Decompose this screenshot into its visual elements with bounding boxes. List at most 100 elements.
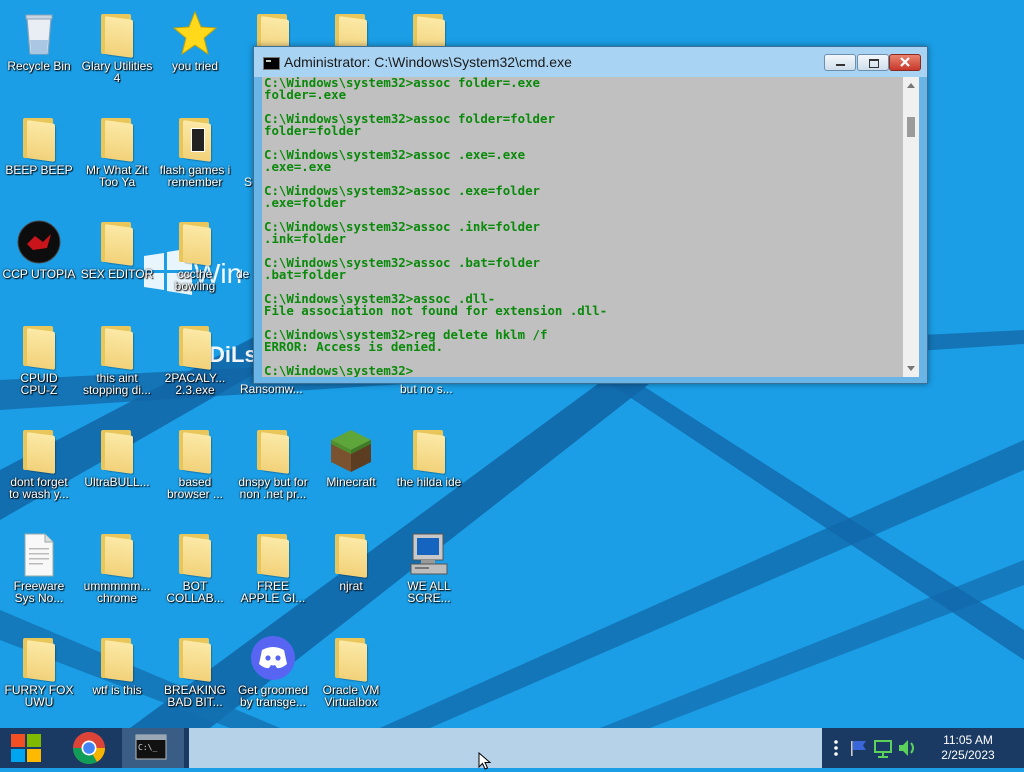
desktop-icon-this-aint-stopping[interactable]: this aint stopping di...: [78, 316, 156, 416]
console-line: .bat=folder: [264, 267, 347, 282]
icon-label: 2PACALY... 2.3.exe: [164, 371, 226, 397]
folder-icon: [251, 426, 295, 474]
folder-icon: [17, 114, 61, 162]
folder-icon: [173, 530, 217, 578]
desktop-icon-bot-collab[interactable]: BOT COLLAB...: [156, 524, 234, 624]
icon-label: the hilda ide: [396, 475, 462, 489]
scroll-up-icon[interactable]: [907, 83, 915, 88]
start-button[interactable]: [0, 728, 54, 768]
console-line: ERROR: Access is denied.: [264, 339, 444, 354]
cmd-titlebar[interactable]: Administrator: C:\Windows\System32\cmd.e…: [254, 47, 927, 77]
folder-icon: [17, 322, 61, 370]
partial-label-de: de: [236, 267, 250, 281]
icon-label: SEX EDITOR: [80, 267, 154, 281]
icon-label: Glary Utilities 4: [81, 59, 153, 85]
folder-icon: [95, 530, 139, 578]
icon-label: dont forget to wash y...: [9, 475, 69, 501]
console-line: C:\Windows\system32>assoc .ink=folder: [264, 219, 541, 234]
folder-icon: [407, 426, 451, 474]
desktop-icon-freeware[interactable]: Freeware Sys No...: [0, 524, 78, 624]
flag-icon[interactable]: [848, 728, 870, 768]
desktop-icon-we-all-scre[interactable]: WE ALL SCRE...: [390, 524, 468, 624]
cmd-window[interactable]: Administrator: C:\Windows\System32\cmd.e…: [253, 46, 928, 384]
icon-label: WE ALL SCRE...: [407, 579, 451, 605]
desktop-icon-breaking-bad[interactable]: BREAKING BAD BIT...: [156, 628, 234, 728]
desktop-icon-based-browser[interactable]: based browser ...: [156, 420, 234, 520]
icon-label: ummmmm... chrome: [83, 579, 151, 605]
folder-icon: [173, 634, 217, 682]
icon-label: FURRY FOX UWU: [4, 683, 74, 709]
icon-label: BREAKING BAD BIT...: [163, 683, 226, 709]
minimize-button[interactable]: [824, 54, 856, 71]
icon-label: CPUID CPU-Z: [20, 371, 58, 397]
desktop-icon-2pacaly[interactable]: 2PACALY... 2.3.exe: [156, 316, 234, 416]
computer-icon: [407, 530, 451, 578]
desktop-icon-you-tried[interactable]: you tried: [156, 4, 234, 104]
clock-time: 11:05 AM: [943, 733, 993, 747]
folder-icon: [17, 426, 61, 474]
taskbar-empty-area[interactable]: [189, 728, 822, 768]
taskbar: C:\_ 11:05 AM 2/25/2023: [0, 728, 1024, 768]
maximize-icon: [869, 59, 879, 68]
desktop-icon-furry-fox[interactable]: FURRY FOX UWU: [0, 628, 78, 728]
console-line: C:\Windows\system32>assoc folder=.exe: [264, 77, 541, 90]
icon-label: flash games i remember: [159, 163, 231, 189]
console-line: .ink=folder: [264, 231, 347, 246]
desktop-icon-oracle-vm[interactable]: Oracle VM Virtualbox: [312, 628, 390, 728]
taskbar-chrome[interactable]: [60, 728, 118, 768]
desktop-icon-sex-editor[interactable]: SEX EDITOR: [78, 212, 156, 312]
recycle-bin-icon: [17, 10, 61, 58]
desktop-icon-flash-games[interactable]: flash games i remember: [156, 108, 234, 208]
maximize-button[interactable]: [857, 54, 889, 71]
folder-icon: [329, 530, 373, 578]
network-icon[interactable]: [872, 728, 894, 768]
desktop-icon-bowling[interactable]: cccthe bowling: [156, 212, 234, 312]
folder-icon: [95, 218, 139, 266]
desktop-icon-dont-forget[interactable]: dont forget to wash y...: [0, 420, 78, 520]
console-line: .exe=.exe: [264, 159, 332, 174]
desktop-icon-ultrabull[interactable]: UltraBULL...: [78, 420, 156, 520]
desktop-icon-recycle-bin[interactable]: Recycle Bin: [0, 4, 78, 104]
scroll-down-icon[interactable]: [907, 366, 915, 371]
scroll-thumb[interactable]: [907, 117, 915, 137]
desktop-icon-cpuid[interactable]: CPUID CPU-Z: [0, 316, 78, 416]
icon-label: this aint stopping di...: [82, 371, 152, 397]
desktop-icon-ummmmm-chrome[interactable]: ummmmm... chrome: [78, 524, 156, 624]
desktop-icon-ccp-utopia[interactable]: CCP UTOPIA: [0, 212, 78, 312]
console-line: .exe=folder: [264, 195, 347, 210]
icon-label: BEEP BEEP: [5, 163, 73, 177]
console-line: C:\Windows\system32>assoc .bat=folder: [264, 255, 541, 270]
desktop-icon-glary-utilities[interactable]: Glary Utilities 4: [78, 4, 156, 104]
icon-label: UltraBULL...: [84, 475, 150, 489]
icon-label: Recycle Bin: [7, 59, 71, 73]
overflow-icon[interactable]: [830, 728, 842, 768]
close-button[interactable]: [889, 54, 921, 71]
console-line: folder=folder: [264, 123, 361, 138]
cmd-console[interactable]: C:\Windows\system32>assoc folder=.exe fol…: [262, 77, 905, 377]
desktop-icon-discord[interactable]: Get groomed by transge...: [234, 628, 312, 728]
folder-icon: [329, 634, 373, 682]
cmd-icon: [263, 57, 280, 70]
desktop-icon-wtf-is-this[interactable]: wtf is this: [78, 628, 156, 728]
icon-label: BOT COLLAB...: [166, 579, 224, 605]
taskbar-cmd[interactable]: C:\_: [122, 728, 184, 768]
desktop-icon-free-apple[interactable]: FREE APPLE GI...: [234, 524, 312, 624]
desktop-icon-hilda-ide[interactable]: the hilda ide: [390, 420, 468, 520]
volume-icon[interactable]: [896, 728, 918, 768]
console-line: C:\Windows\system32>assoc .exe=.exe: [264, 147, 526, 162]
desktop-icon-mr-what-zit[interactable]: Mr What Zit Too Ya: [78, 108, 156, 208]
folder-icon: [95, 634, 139, 682]
cmd-window-title: Administrator: C:\Windows\System32\cmd.e…: [284, 54, 572, 70]
system-tray: [826, 728, 926, 768]
taskbar-clock[interactable]: 11:05 AM 2/25/2023: [928, 733, 1008, 763]
desktop-icon-njrat[interactable]: njrat: [312, 524, 390, 624]
desktop-icon-dnspy[interactable]: dnspy but for non .net pr...: [234, 420, 312, 520]
icon-label: njrat: [339, 579, 363, 593]
cmd-scrollbar[interactable]: [903, 77, 919, 377]
cmd-icon: C:\_: [135, 734, 167, 760]
desktop-icon-beep-beep[interactable]: BEEP BEEP: [0, 108, 78, 208]
folder-icon: [95, 322, 139, 370]
folder-icon: [173, 426, 217, 474]
folder-icon: [95, 114, 139, 162]
desktop-icon-minecraft[interactable]: Minecraft: [312, 420, 390, 520]
